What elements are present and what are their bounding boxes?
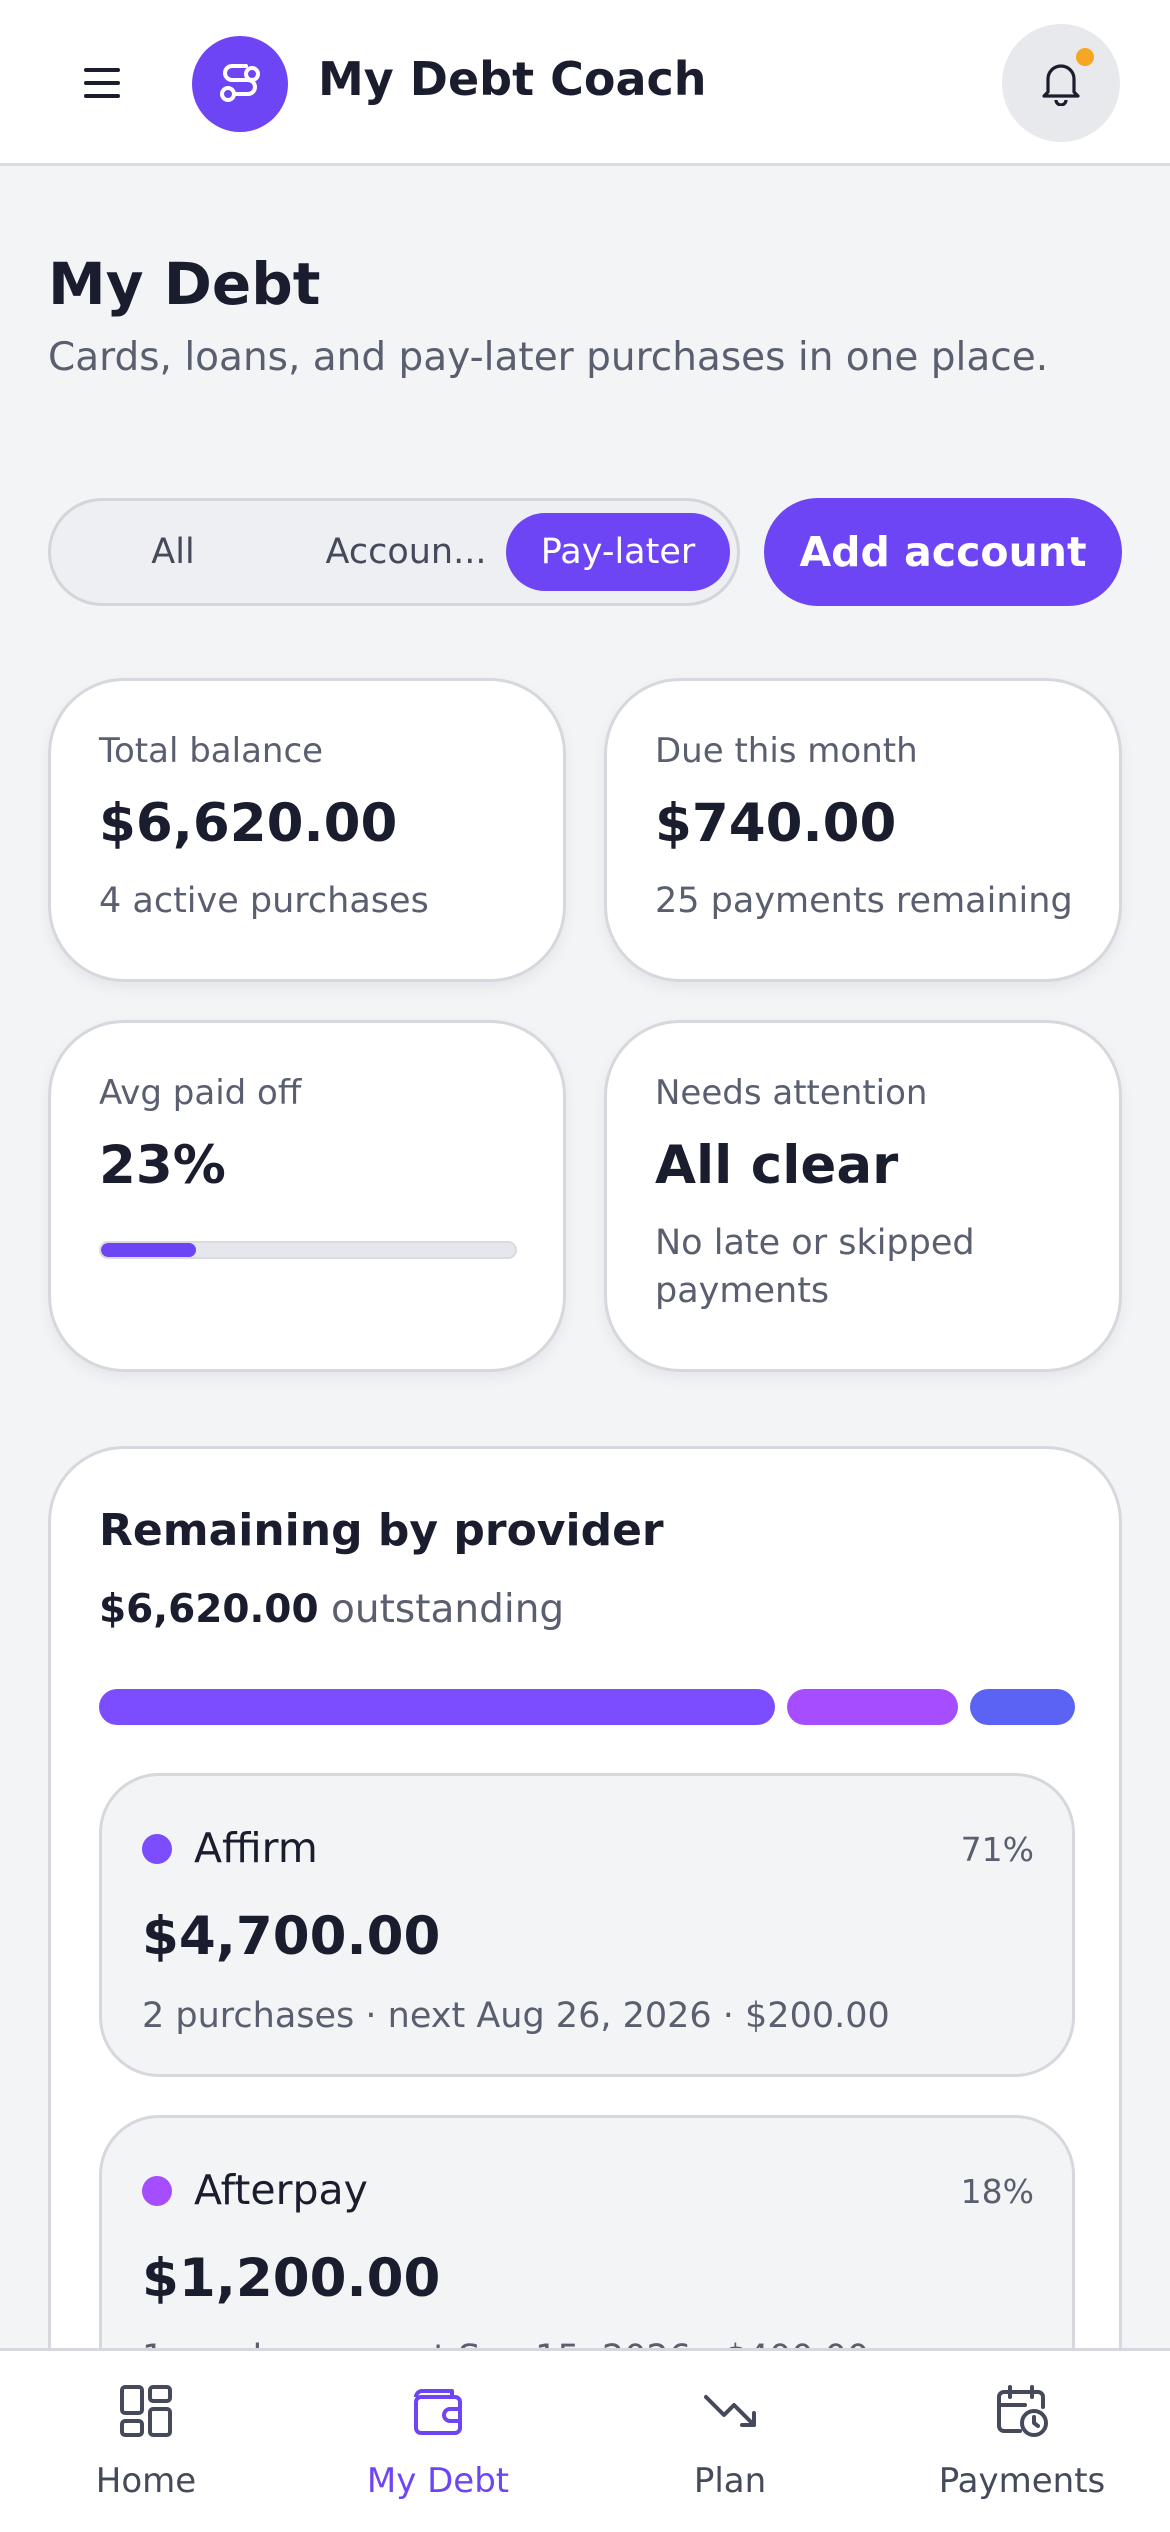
stat-value: 23% <box>99 1135 226 1196</box>
provider-share-segment <box>787 1689 958 1725</box>
trend-down-icon <box>704 2395 756 2427</box>
stat-value: All clear <box>655 1135 899 1196</box>
add-account-button[interactable]: Add account <box>764 498 1122 606</box>
provider-share-segment <box>99 1689 775 1725</box>
page-title: My Debt <box>48 250 321 318</box>
avg-paid-off-card: Avg paid off 23% <box>48 1020 566 1372</box>
hamburger-icon[interactable] <box>84 68 120 98</box>
section-title: Remaining by provider <box>99 1505 664 1556</box>
paid-off-progress <box>99 1241 517 1259</box>
nav-label: Home <box>95 2461 197 2501</box>
paid-off-progress-fill <box>101 1243 197 1257</box>
nav-label: Payments <box>938 2461 1106 2501</box>
provider-name: Afterpay <box>194 2166 368 2214</box>
page-subtitle: Cards, loans, and pay-later purchases in… <box>48 335 1049 380</box>
total-balance-card: Total balance $6,620.00 4 active purchas… <box>48 678 566 982</box>
wallet-icon <box>414 2389 462 2435</box>
nav-label: Plan <box>693 2461 767 2501</box>
nav-label: My Debt <box>366 2461 510 2501</box>
outstanding-label: outstanding <box>331 1587 565 1632</box>
bell-icon <box>1042 64 1080 106</box>
outstanding-total: $6,620.00 outstanding <box>99 1587 564 1632</box>
provider-name: Affirm <box>194 1824 318 1872</box>
filter-all[interactable]: All <box>101 513 245 591</box>
nav-home[interactable]: Home <box>0 2351 292 2532</box>
stat-value: $740.00 <box>655 793 897 854</box>
provider-color-dot <box>142 1834 172 1864</box>
filter-segmented-control: All Accoun... Pay-later <box>48 498 740 606</box>
needs-attention-card: Needs attention All clear No late or ski… <box>604 1020 1122 1372</box>
provider-share-bar <box>99 1689 1075 1725</box>
stat-sub: 4 active purchases <box>99 881 429 921</box>
app-title: My Debt Coach <box>318 52 707 106</box>
provider-meta: 2 purchases · next Aug 26, 2026 · $200.0… <box>142 1996 890 2036</box>
due-this-month-card: Due this month $740.00 25 payments remai… <box>604 678 1122 982</box>
bottom-navigation: Home My Debt Plan Payments <box>0 2348 1170 2532</box>
provider-color-dot <box>142 2176 172 2206</box>
stat-sub: 25 payments remaining <box>655 881 1073 921</box>
stat-label: Avg paid off <box>99 1073 302 1113</box>
provider-card-affirm[interactable]: Affirm 71% $4,700.00 2 purchases · next … <box>99 1773 1075 2077</box>
notifications-button[interactable] <box>1002 24 1120 142</box>
calendar-clock-icon <box>997 2385 1048 2437</box>
provider-amount: $1,200.00 <box>142 2248 441 2309</box>
stat-label: Due this month <box>655 731 918 771</box>
route-icon <box>192 36 288 132</box>
stat-label: Needs attention <box>655 1073 928 1113</box>
nav-my-debt[interactable]: My Debt <box>292 2351 584 2532</box>
stat-sub: No late or skipped payments <box>655 1223 975 1311</box>
stat-label: Total balance <box>99 731 324 771</box>
provider-percent: 18% <box>960 2172 1034 2211</box>
provider-percent: 71% <box>960 1830 1034 1869</box>
nav-payments[interactable]: Payments <box>876 2351 1168 2532</box>
app-header: My Debt Coach <box>0 0 1170 166</box>
outstanding-amount: $6,620.00 <box>99 1587 319 1632</box>
provider-amount: $4,700.00 <box>142 1906 441 1967</box>
notification-badge <box>1074 46 1096 68</box>
filter-accounts[interactable]: Accoun... <box>301 513 511 591</box>
grid-icon <box>120 2385 172 2437</box>
nav-plan[interactable]: Plan <box>584 2351 876 2532</box>
provider-share-segment <box>970 1689 1075 1725</box>
stat-value: $6,620.00 <box>99 793 398 854</box>
filter-pay-later[interactable]: Pay-later <box>506 513 730 591</box>
